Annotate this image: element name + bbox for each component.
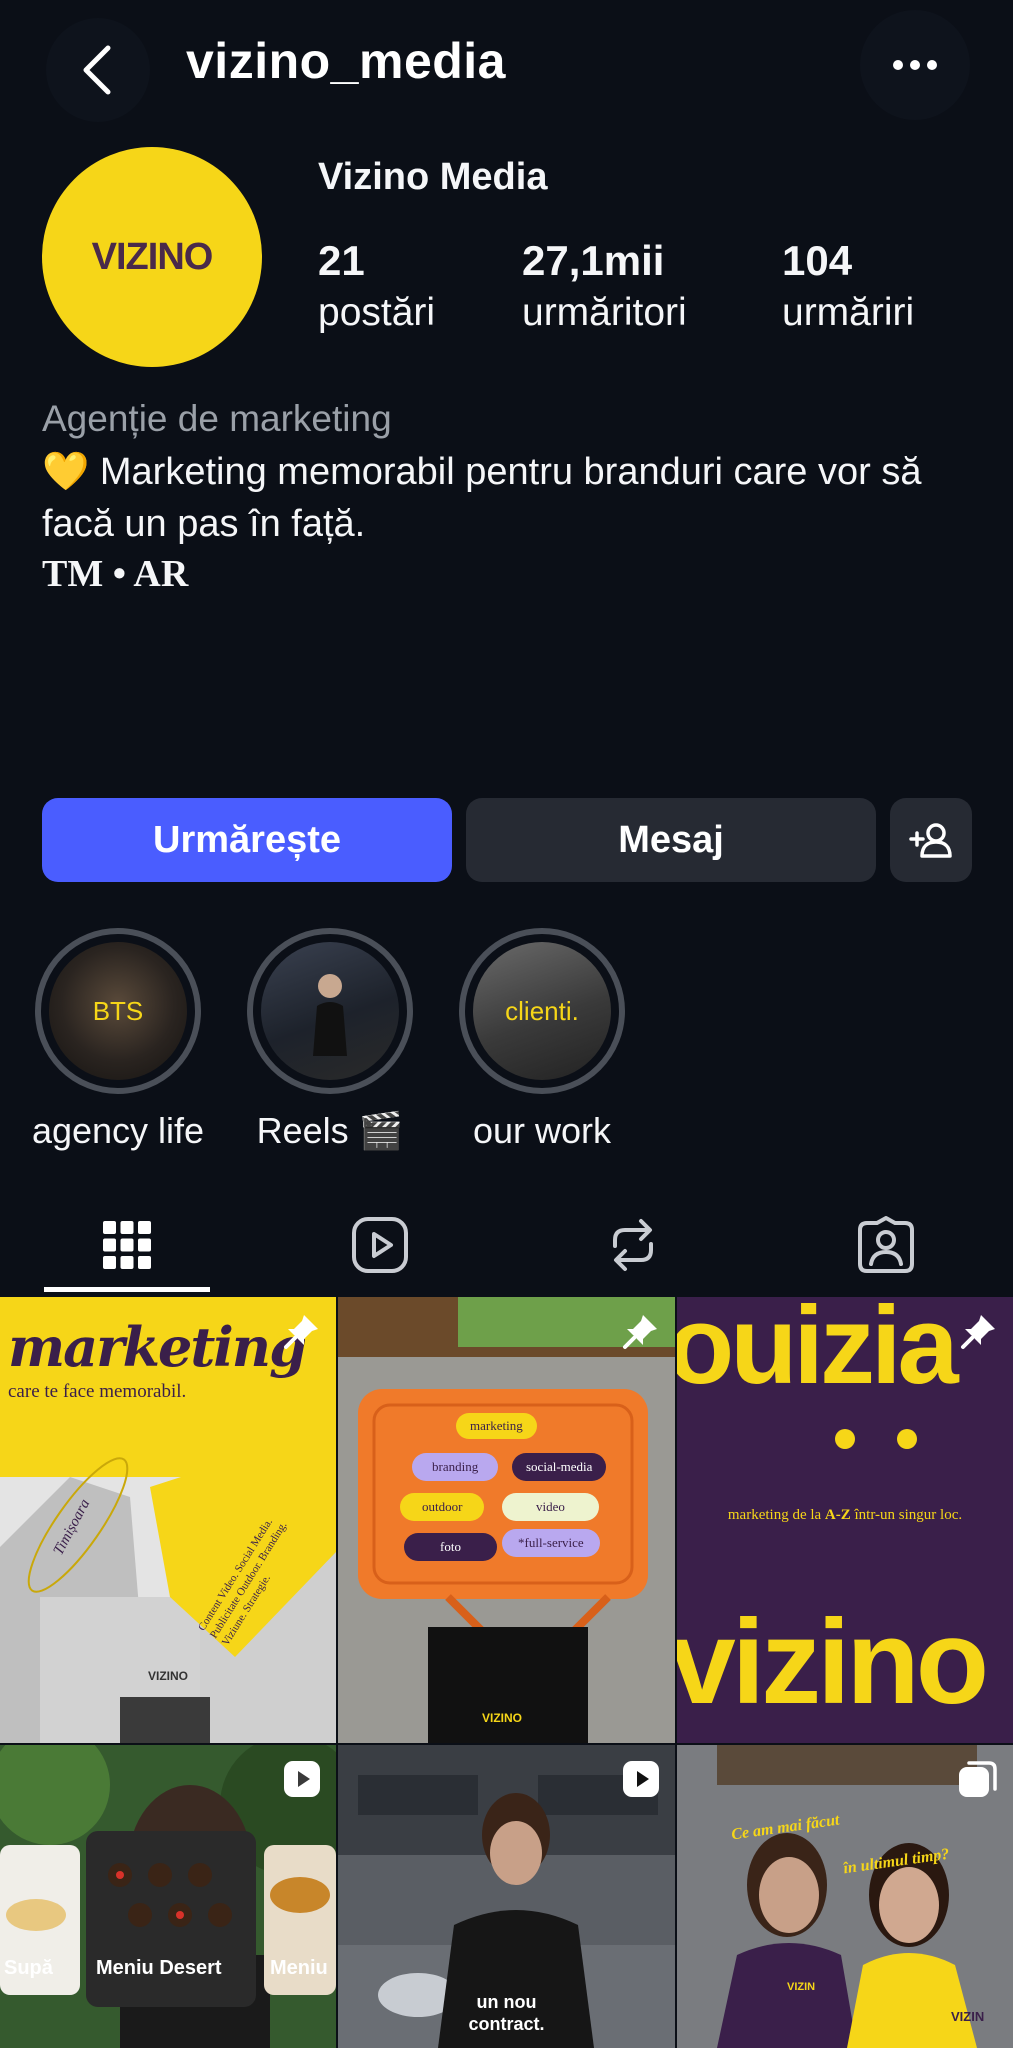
post-2-tag-full-service: *full-service — [502, 1529, 600, 1557]
stat-following[interactable]: 104 urmăriri — [782, 236, 914, 340]
post-2-tag-social-media: social-media — [512, 1453, 607, 1481]
highlight-cover-text: BTS — [92, 995, 144, 1026]
tagged-icon — [857, 1216, 914, 1273]
highlight-ring: clienti. — [459, 928, 625, 1094]
profile-category: Agenție de marketing — [42, 398, 392, 439]
highlight-label: agency life — [31, 1110, 205, 1151]
profile-avatar[interactable]: VIZINO — [42, 147, 262, 367]
pin-icon — [623, 1315, 657, 1349]
avatar-logo-text: VIZINO — [91, 235, 214, 278]
post-6-shirt-text-1: VIZIN — [787, 1981, 816, 1993]
post-1[interactable]: marketing care te face memorabil. Timișo… — [0, 1297, 336, 1743]
profile-location: TM • AR — [42, 553, 189, 595]
profile-bio: 💛 Marketing memorabil pentru branduri ca… — [42, 446, 982, 550]
post-2-tag-foto: foto — [404, 1533, 497, 1561]
grid-icon — [102, 1221, 151, 1269]
post-3[interactable]: ouizia marketing de la A-Z într-un singu… — [677, 1297, 1013, 1743]
post-5-caption: un nou contract. — [468, 1992, 545, 2034]
more-options-button[interactable] — [860, 10, 970, 120]
stat-following-label: urmăriri — [782, 291, 915, 334]
bio-text: Marketing memorabil pentru branduri care… — [42, 451, 922, 545]
post-2[interactable]: marketing branding social-media outdoor … — [338, 1297, 675, 1743]
highlight-label: our work — [472, 1110, 612, 1151]
post-2-artwork — [338, 1297, 675, 1743]
active-tab-indicator — [44, 1287, 210, 1292]
person-silhouette-icon — [313, 974, 347, 1056]
tab-grid[interactable] — [0, 1195, 253, 1295]
top-bar: vizino_media — [0, 0, 1013, 125]
profile-display-name: Vizino Media — [318, 156, 548, 198]
post-4-card-supa: Supă — [4, 1957, 53, 1979]
highlight-cover-text: clienti. — [505, 995, 579, 1026]
tab-reels[interactable] — [253, 1195, 506, 1295]
reel-icon — [623, 1761, 659, 1797]
pin-icon — [961, 1315, 995, 1349]
post-3-tagline-post: într-un singur loc. — [850, 1507, 963, 1523]
follow-button[interactable]: Urmărește — [42, 798, 452, 882]
post-3-tagline: marketing de la A-Z într-un singur loc. — [677, 1507, 1013, 1524]
stat-posts-label: postări — [318, 291, 436, 334]
highlight-cover: BTS — [49, 942, 187, 1080]
more-horizontal-icon — [893, 60, 937, 70]
pin-icon — [284, 1315, 318, 1349]
posts-grid: marketing care te face memorabil. Timișo… — [0, 1297, 1013, 2048]
post-4-card-desert: Meniu Desert — [96, 1957, 222, 1979]
stat-posts[interactable]: 21 postări — [318, 236, 435, 340]
suggested-accounts-button[interactable] — [890, 798, 972, 882]
post-3-bottom-word: vizino — [677, 1595, 989, 1729]
post-2-brand: VIZINO — [482, 1711, 523, 1725]
post-4[interactable]: Supă Meniu Desert Meniu — [0, 1745, 336, 2048]
message-button[interactable]: Mesaj — [466, 798, 876, 882]
highlight-cover — [261, 942, 399, 1080]
post-3-tagline-bold: A-Z — [824, 1507, 851, 1523]
highlight-reels[interactable]: Reels 🎬 — [230, 928, 430, 1152]
chevron-left-icon — [83, 45, 111, 95]
carousel-icon — [959, 1761, 997, 1797]
highlight-agency-life[interactable]: BTS agency life — [18, 928, 218, 1152]
post-2-tag-outdoor: outdoor — [400, 1493, 485, 1521]
tab-reposts[interactable] — [506, 1195, 759, 1295]
reel-icon — [284, 1761, 320, 1797]
back-button[interactable] — [46, 18, 150, 122]
reels-icon — [351, 1217, 408, 1273]
post-5[interactable]: un nou contract. — [338, 1745, 675, 2048]
post-1-headline: marketing — [8, 1315, 307, 1379]
post-2-tag-branding: branding — [412, 1453, 499, 1481]
reposts-icon — [612, 1219, 653, 1271]
stat-followers-label: urmăritori — [522, 291, 687, 334]
tab-tagged[interactable] — [759, 1195, 1012, 1295]
highlight-ring — [247, 928, 413, 1094]
yellow-heart-icon: 💛 — [42, 451, 90, 493]
post-3-tagline-pre: marketing de la — [727, 1507, 825, 1523]
highlight-ring: BTS — [35, 928, 201, 1094]
post-1-building-sign: VIZINO — [148, 1669, 189, 1683]
highlight-label: Reels 🎬 — [256, 1110, 404, 1151]
stat-followers-value: 27,1mii — [522, 237, 665, 284]
profile-username: vizino_media — [186, 33, 506, 89]
post-2-tag-marketing: marketing — [456, 1413, 537, 1439]
profile-tabs — [0, 1195, 1013, 1295]
post-4-card-meniu: Meniu — [270, 1957, 328, 1979]
highlight-cover: clienti. — [473, 942, 611, 1080]
post-2-tag-video: video — [502, 1493, 599, 1521]
post-1-subline: care te face memorabil. — [8, 1381, 187, 1402]
add-person-icon — [909, 823, 952, 858]
post-6-shirt-text-2: VIZIN — [951, 2009, 985, 2024]
post-6[interactable]: Ce am mai făcut în ultimul timp? VIZIN V… — [677, 1745, 1013, 2048]
stat-posts-value: 21 — [318, 237, 365, 284]
stat-followers[interactable]: 27,1mii urmăritori — [522, 236, 687, 340]
highlight-our-work[interactable]: clienti. our work — [442, 928, 642, 1152]
stat-following-value: 104 — [782, 237, 853, 284]
